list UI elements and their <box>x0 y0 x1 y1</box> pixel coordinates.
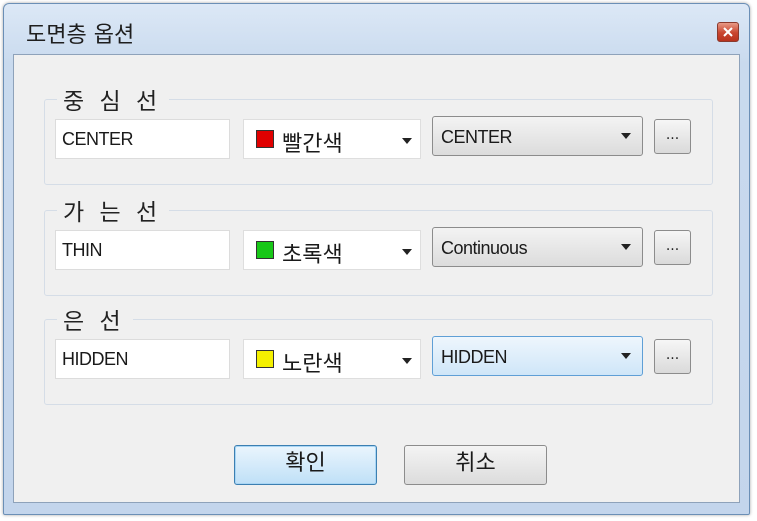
close-icon <box>723 27 733 37</box>
hidden-line-group: 은 선 HIDDEN 노란색 HIDDEN ... <box>44 302 713 405</box>
hidden-layer-name-field[interactable]: HIDDEN <box>55 339 230 379</box>
color-swatch <box>256 350 274 368</box>
group-label: 은 선 <box>57 302 133 336</box>
chevron-down-icon <box>402 358 412 364</box>
thin-linetype-dropdown[interactable]: Continuous <box>432 227 643 267</box>
color-label: 초록색 <box>282 243 343 268</box>
thin-layer-name-field[interactable]: THIN <box>55 230 230 270</box>
hidden-color-dropdown[interactable]: 노란색 <box>243 339 421 379</box>
ok-button[interactable]: 확인 <box>234 445 377 485</box>
cancel-button[interactable]: 취소 <box>404 445 547 485</box>
chevron-down-icon <box>621 244 631 250</box>
color-label: 노란색 <box>282 352 343 377</box>
hidden-linetype-dropdown[interactable]: HIDDEN <box>432 336 643 376</box>
group-label: 가 는 선 <box>57 193 170 227</box>
center-more-button[interactable]: ... <box>654 119 691 154</box>
linetype-label: CENTER <box>441 127 513 147</box>
close-button[interactable] <box>717 22 739 42</box>
color-label: 빨간색 <box>282 132 343 157</box>
chevron-down-icon <box>402 249 412 255</box>
layer-options-dialog: 도면층 옵션 중 심 선 CENTER 빨간색 CENTER ... 가 는 선… <box>3 3 750 515</box>
group-label: 중 심 선 <box>57 82 170 116</box>
title-bar[interactable]: 도면층 옵션 <box>4 4 749 54</box>
chevron-down-icon <box>621 133 631 139</box>
hidden-more-button[interactable]: ... <box>654 339 691 374</box>
dialog-content: 중 심 선 CENTER 빨간색 CENTER ... 가 는 선 THIN 초… <box>13 54 740 503</box>
linetype-label: Continuous <box>441 238 528 258</box>
thin-more-button[interactable]: ... <box>654 230 691 265</box>
chevron-down-icon <box>402 138 412 144</box>
thin-color-dropdown[interactable]: 초록색 <box>243 230 421 270</box>
color-swatch <box>256 130 274 148</box>
linetype-label: HIDDEN <box>441 347 508 367</box>
center-color-dropdown[interactable]: 빨간색 <box>243 119 421 159</box>
center-layer-name-field[interactable]: CENTER <box>55 119 230 159</box>
center-line-group: 중 심 선 CENTER 빨간색 CENTER ... <box>44 82 713 185</box>
color-swatch <box>256 241 274 259</box>
window-title: 도면층 옵션 <box>26 23 135 48</box>
center-linetype-dropdown[interactable]: CENTER <box>432 116 643 156</box>
thin-line-group: 가 는 선 THIN 초록색 Continuous ... <box>44 193 713 296</box>
chevron-down-icon <box>621 353 631 359</box>
